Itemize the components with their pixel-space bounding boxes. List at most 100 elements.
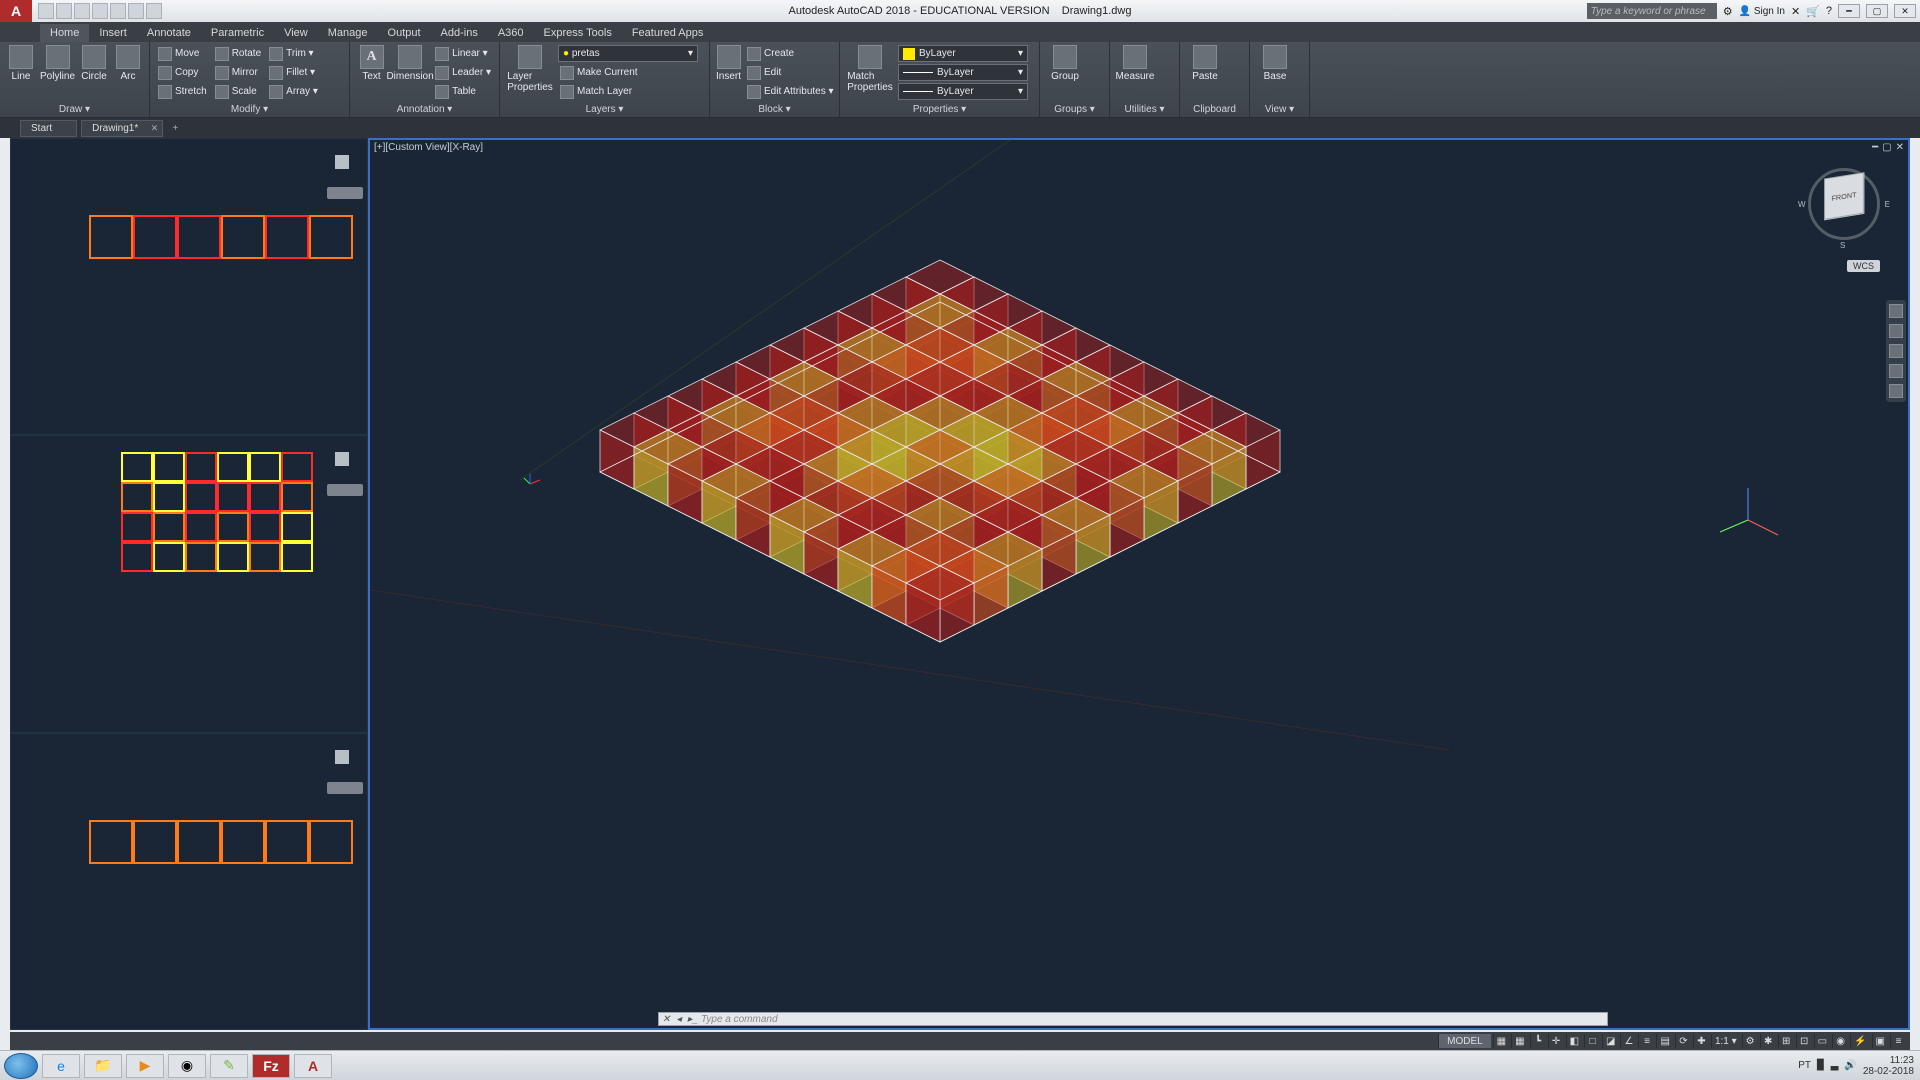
status-cycling-icon[interactable]: ⟳	[1675, 1034, 1691, 1048]
tray-flag-icon[interactable]: ▉	[1817, 1060, 1825, 1071]
tray-volume-icon[interactable]: 🔊	[1844, 1060, 1856, 1071]
taskbar-explorer-icon[interactable]: 📁	[84, 1054, 122, 1078]
status-scale[interactable]: 1:1 ▾	[1711, 1034, 1740, 1048]
viewport-bot-left[interactable]	[10, 733, 368, 1030]
qat-save-icon[interactable]	[74, 3, 90, 19]
viewport-main[interactable]: [+][Custom View][X-Ray] ━ ▢ ✕	[368, 138, 1910, 1030]
nav-showmotion-icon[interactable]	[1889, 384, 1903, 398]
status-customize-icon[interactable]: ≡	[1890, 1034, 1906, 1048]
tab-home[interactable]: Home	[40, 24, 89, 42]
dimension-button[interactable]: Dimension	[391, 45, 429, 82]
status-osnap-icon[interactable]: □	[1584, 1034, 1600, 1048]
taskbar-chrome-icon[interactable]: ◉	[168, 1054, 206, 1078]
scale-button[interactable]: Scale	[213, 83, 263, 100]
taskbar-filezilla-icon[interactable]: Fz	[252, 1054, 290, 1078]
status-annomonitor-icon[interactable]: ✚	[1693, 1034, 1709, 1048]
doctab-drawing1[interactable]: Drawing1*✕	[81, 120, 163, 137]
command-line[interactable]: ✕ ◂ ▸_ Type a command	[658, 1012, 1608, 1026]
layer-combo[interactable]: ● pretas▾	[558, 45, 698, 62]
copy-button[interactable]: Copy	[156, 64, 209, 81]
leader-button[interactable]: Leader ▾	[433, 64, 493, 81]
help-icon[interactable]: ?	[1826, 5, 1832, 17]
arc-button[interactable]: Arc	[113, 45, 143, 82]
vp-minimize-icon[interactable]	[335, 452, 349, 466]
infocenter-icon[interactable]: ⚙	[1723, 5, 1733, 18]
tab-output[interactable]: Output	[378, 24, 431, 42]
status-cleanscreen-icon[interactable]: ▣	[1872, 1034, 1888, 1048]
status-quickprops-icon[interactable]: ▭	[1814, 1034, 1830, 1048]
status-workspace-icon[interactable]: ⊞	[1778, 1034, 1794, 1048]
panel-modify-title[interactable]: Modify ▾	[156, 102, 343, 117]
color-combo[interactable]: ByLayer▾	[898, 45, 1028, 62]
qat-plot-icon[interactable]	[110, 3, 126, 19]
tray-clock[interactable]: 11:23 28-02-2018	[1863, 1055, 1914, 1077]
tab-insert[interactable]: Insert	[89, 24, 137, 42]
panel-annotation-title[interactable]: Annotation ▾	[356, 102, 493, 117]
lineweight-combo[interactable]: ByLayer▾	[898, 64, 1028, 81]
tray-lang[interactable]: PT	[1798, 1060, 1811, 1071]
status-transparency-icon[interactable]: ▤	[1656, 1034, 1672, 1048]
insert-button[interactable]: Insert	[716, 45, 741, 82]
panel-layers-title[interactable]: Layers ▾	[506, 102, 703, 117]
group-button[interactable]: Group	[1046, 45, 1084, 82]
edit-block-button[interactable]: Edit	[745, 64, 836, 81]
tab-addins[interactable]: Add-ins	[431, 24, 488, 42]
cmd-close-icon[interactable]: ✕	[659, 1014, 673, 1025]
status-ortho-icon[interactable]: ┗	[1530, 1034, 1546, 1048]
minimize-button[interactable]: ━	[1838, 4, 1860, 18]
panel-view-title[interactable]: View ▾	[1256, 102, 1303, 117]
panel-groups-title[interactable]: Groups ▾	[1046, 102, 1103, 117]
nav-orbit-icon[interactable]	[1889, 364, 1903, 378]
mirror-button[interactable]: Mirror	[213, 64, 263, 81]
qat-new-icon[interactable]	[38, 3, 54, 19]
close-tab-icon[interactable]: ✕	[151, 123, 159, 134]
linear-button[interactable]: Linear ▾	[433, 45, 493, 62]
help-search-input[interactable]: Type a keyword or phrase	[1587, 3, 1717, 19]
nav-zoom-icon[interactable]	[1889, 344, 1903, 358]
array-button[interactable]: Array ▾	[267, 83, 320, 100]
panel-properties-title[interactable]: Properties ▾	[846, 102, 1033, 117]
taskbar-mediaplayer-icon[interactable]: ▶	[126, 1054, 164, 1078]
vp-restore-icon[interactable]	[327, 782, 363, 794]
measure-button[interactable]: Measure	[1116, 45, 1154, 82]
status-polar-icon[interactable]: ✛	[1548, 1034, 1564, 1048]
edit-attr-button[interactable]: Edit Attributes ▾	[745, 83, 836, 100]
rotate-button[interactable]: Rotate	[213, 45, 263, 62]
viewport-mid-left[interactable]	[10, 435, 368, 732]
vp-restore-icon[interactable]	[327, 187, 363, 199]
tab-express[interactable]: Express Tools	[534, 24, 622, 42]
tab-featured[interactable]: Featured Apps	[622, 24, 714, 42]
tab-annotate[interactable]: Annotate	[137, 24, 201, 42]
fillet-button[interactable]: Fillet ▾	[267, 64, 320, 81]
tab-manage[interactable]: Manage	[318, 24, 378, 42]
vp-restore-icon[interactable]	[327, 484, 363, 496]
create-block-button[interactable]: Create	[745, 45, 836, 62]
base-button[interactable]: Base	[1256, 45, 1294, 82]
status-isodraft-icon[interactable]: ◧	[1566, 1034, 1582, 1048]
stretch-button[interactable]: Stretch	[156, 83, 209, 100]
qat-saveas-icon[interactable]	[92, 3, 108, 19]
status-isolate-icon[interactable]: ◉	[1832, 1034, 1848, 1048]
wcs-badge[interactable]: WCS	[1847, 260, 1880, 272]
taskbar-notepadpp-icon[interactable]: ✎	[210, 1054, 248, 1078]
panel-utilities-title[interactable]: Utilities ▾	[1116, 102, 1173, 117]
tab-a360[interactable]: A360	[488, 24, 534, 42]
vp-minimize-icon[interactable]	[335, 750, 349, 764]
panel-draw-title[interactable]: Draw ▾	[6, 102, 143, 117]
close-button[interactable]: ✕	[1894, 4, 1916, 18]
start-button[interactable]	[4, 1053, 38, 1079]
status-units-icon[interactable]: ⊡	[1796, 1034, 1812, 1048]
viewport-top-left[interactable]	[10, 138, 368, 435]
cmd-recent-icon[interactable]: ◂	[673, 1014, 684, 1025]
status-gear-icon[interactable]: ⚙	[1742, 1034, 1758, 1048]
status-lwt-icon[interactable]: ≡	[1638, 1034, 1654, 1048]
linetype-combo[interactable]: ByLayer▾	[898, 83, 1028, 100]
paste-button[interactable]: Paste	[1186, 45, 1224, 82]
new-tab-button[interactable]: +	[167, 120, 183, 136]
taskbar-ie-icon[interactable]: e	[42, 1054, 80, 1078]
app-logo[interactable]: A	[0, 0, 32, 22]
tray-network-icon[interactable]: ▃	[1831, 1060, 1839, 1071]
panel-block-title[interactable]: Block ▾	[716, 102, 833, 117]
make-current-button[interactable]: Make Current	[558, 64, 703, 81]
status-grid-icon[interactable]: ▦	[1493, 1034, 1509, 1048]
